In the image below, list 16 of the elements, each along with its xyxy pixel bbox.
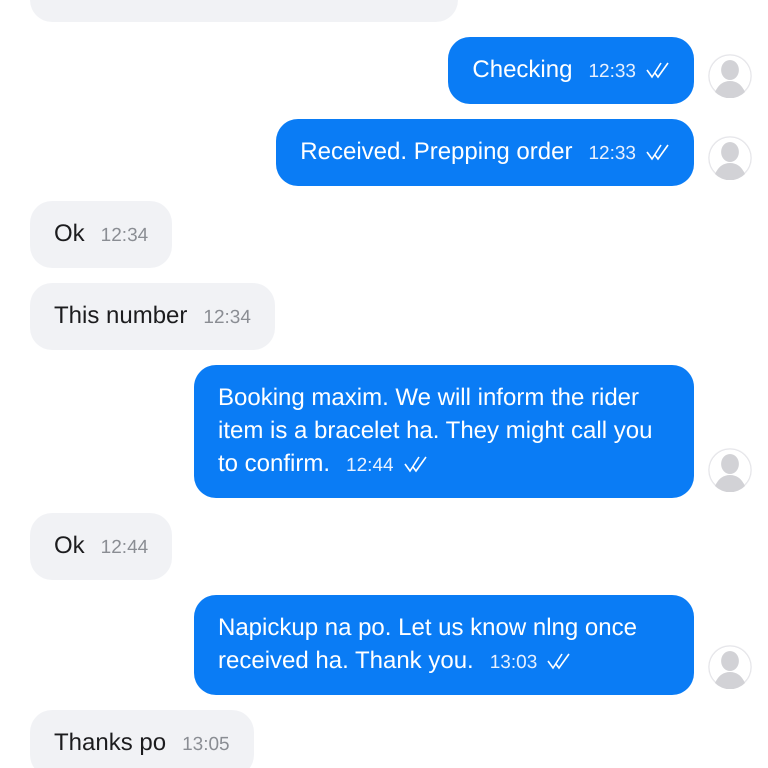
double-check-icon bbox=[646, 143, 670, 161]
sent-message: Received. Prepping order 12:33 bbox=[276, 119, 694, 186]
received-message: Ok 12:44 bbox=[30, 513, 172, 580]
double-check-icon bbox=[646, 61, 670, 79]
avatar-icon[interactable] bbox=[708, 136, 752, 180]
received-message: Ok 12:34 bbox=[30, 201, 172, 268]
double-check-icon bbox=[404, 455, 428, 473]
double-check-icon bbox=[547, 652, 572, 670]
received-message: Thanks po 13:05 bbox=[30, 710, 254, 768]
received-message: This number 12:34 bbox=[30, 283, 275, 350]
sent-message: Booking maxim. We will inform the rider item is a bracelet ha. They might call you to confirm. 12:44 bbox=[194, 365, 694, 498]
sent-message: Checking 12:33 bbox=[448, 37, 694, 104]
sent-message: Napickup na po. Let us know nlng once received ha. Thank you. 13:03 bbox=[194, 595, 694, 695]
avatar-icon[interactable] bbox=[708, 54, 752, 98]
avatar-icon[interactable] bbox=[708, 448, 752, 492]
avatar-icon[interactable] bbox=[708, 645, 752, 689]
